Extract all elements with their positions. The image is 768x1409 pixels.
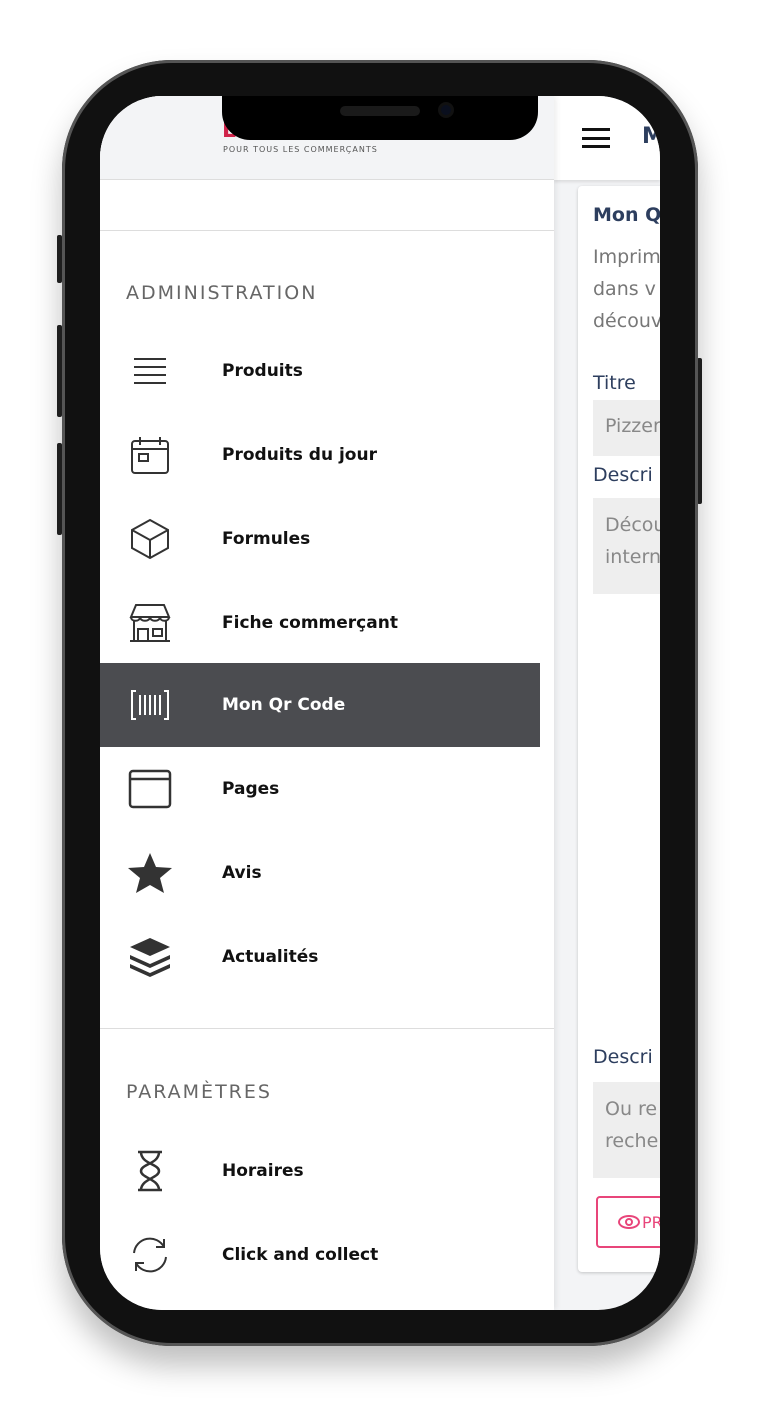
top-bar: M bbox=[554, 96, 660, 180]
calendar-icon bbox=[100, 433, 222, 477]
description-2-label: Descri bbox=[593, 1046, 653, 1068]
sidebar-item-produits-du-jour[interactable]: Produits du jour bbox=[100, 413, 540, 497]
hamburger-menu-icon[interactable] bbox=[582, 128, 610, 148]
sidebar-item-click-and-collect[interactable]: Click and collect bbox=[100, 1213, 540, 1297]
notch bbox=[222, 96, 538, 140]
list-icon bbox=[100, 349, 222, 393]
intro-text: Imprim bbox=[593, 246, 660, 268]
main-content: M Mon Q Imprim dans v découv Titre Pizze… bbox=[554, 96, 660, 1310]
window-icon bbox=[100, 767, 222, 811]
description-label: Descri bbox=[593, 464, 653, 486]
screen: M Mon Q Imprim dans v découv Titre Pizze… bbox=[100, 96, 660, 1310]
sidebar-item-horaires[interactable]: Horaires bbox=[100, 1129, 540, 1213]
intro-text: découv bbox=[593, 310, 660, 332]
divider bbox=[100, 230, 554, 231]
store-icon bbox=[100, 601, 222, 645]
card-title: Mon Q bbox=[593, 204, 660, 226]
cube-icon bbox=[100, 517, 222, 561]
title-input[interactable]: Pizzer bbox=[593, 400, 660, 456]
sidebar-item-mon-qr-code[interactable]: Mon Qr Code bbox=[100, 663, 540, 747]
sidebar-item-fiche-commercant[interactable]: Fiche commerçant bbox=[100, 581, 540, 665]
sidebar-item-formules[interactable]: Formules bbox=[100, 497, 540, 581]
section-title-administration: ADMINISTRATION bbox=[126, 282, 318, 304]
title-label: Titre bbox=[593, 372, 636, 394]
sidebar-item-pages[interactable]: Pages bbox=[100, 747, 540, 831]
qr-code-card: Mon Q Imprim dans v découv Titre Pizzer … bbox=[578, 186, 660, 1272]
layers-icon bbox=[100, 935, 222, 979]
sidebar: L POUR TOUS LES COMMERÇANTS ADMINISTRATI… bbox=[100, 96, 554, 1310]
divider bbox=[100, 1028, 554, 1029]
hourglass-icon bbox=[100, 1149, 222, 1193]
description-textarea[interactable]: Décou intern bbox=[593, 498, 660, 594]
barcode-icon bbox=[100, 683, 222, 727]
description-2-textarea[interactable]: Ou re reche bbox=[593, 1082, 660, 1178]
intro-text: dans v bbox=[593, 278, 656, 300]
refresh-icon bbox=[100, 1233, 222, 1277]
logo-tagline: POUR TOUS LES COMMERÇANTS bbox=[223, 145, 378, 154]
sidebar-item-produits[interactable]: Produits bbox=[100, 329, 540, 413]
sidebar-item-avis[interactable]: Avis bbox=[100, 831, 540, 915]
camera-icon bbox=[438, 102, 454, 118]
page-title: M bbox=[642, 124, 660, 149]
sidebar-item-actualites[interactable]: Actualités bbox=[100, 915, 540, 999]
star-icon bbox=[100, 851, 222, 895]
section-title-parametres: PARAMÈTRES bbox=[126, 1081, 272, 1103]
eye-icon bbox=[618, 1215, 640, 1229]
preview-button[interactable]: PR bbox=[596, 1196, 660, 1248]
